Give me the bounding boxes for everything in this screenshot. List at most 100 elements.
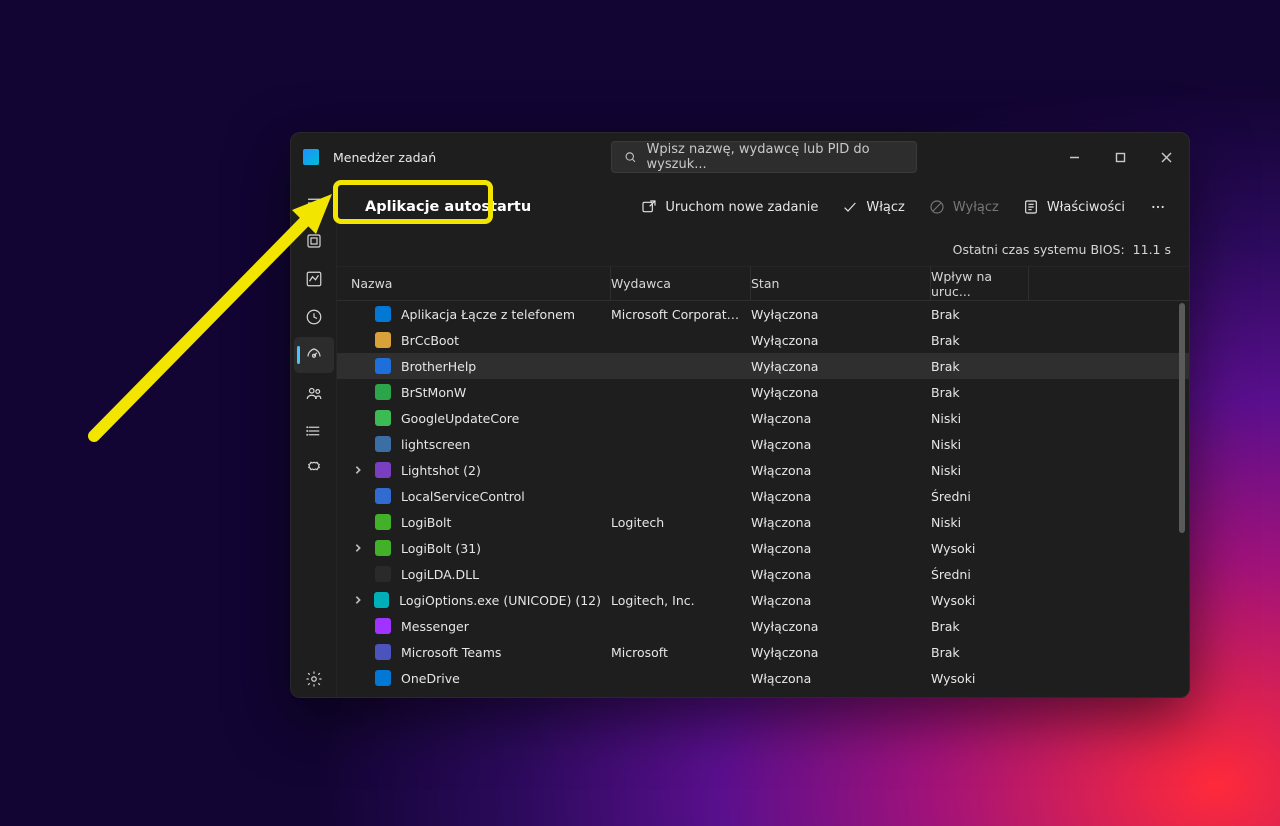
row-publisher: Microsoft Corporation	[611, 307, 751, 322]
table-row[interactable]: Microsoft TeamsMicrosoftWyłączonaBrak	[337, 639, 1189, 665]
row-name: LogiBolt	[401, 515, 451, 530]
row-name: LocalServiceControl	[401, 489, 525, 504]
search-placeholder: Wpisz nazwę, wydawcę lub PID do wyszuk..…	[647, 142, 904, 172]
row-name: BrStMonW	[401, 385, 466, 400]
table-body: Aplikacja Łącze z telefonem Microsoft Cor…	[337, 301, 1189, 697]
row-state: Wyłączona	[751, 645, 931, 660]
run-task-button[interactable]: Uruchom nowe zadanie	[633, 193, 826, 221]
sidebar-services[interactable]	[294, 451, 334, 487]
properties-button[interactable]: Właściwości	[1015, 193, 1133, 221]
row-impact: Brak	[931, 619, 1029, 634]
row-name: OneDrive	[401, 671, 460, 686]
disable-button: Wyłącz	[921, 193, 1007, 221]
expander-icon[interactable]	[351, 543, 365, 553]
table-row[interactable]: LocalServiceControlWłączonaŚredni	[337, 483, 1189, 509]
row-name: Messenger	[401, 619, 469, 634]
row-state: Włączona	[751, 489, 931, 504]
row-impact: Wysoki	[931, 541, 1029, 556]
table-row[interactable]: lightscreen WłączonaNiski	[337, 431, 1189, 457]
hamburger-button[interactable]	[294, 185, 334, 221]
table-row[interactable]: GoogleUpdateCore WłączonaNiski	[337, 405, 1189, 431]
more-button[interactable]	[1141, 193, 1175, 221]
maximize-button[interactable]	[1097, 133, 1143, 181]
app-row-icon	[375, 670, 391, 686]
row-impact: Wysoki	[931, 593, 1029, 608]
row-state: Włączona	[751, 437, 931, 452]
row-name: LogiOptions.exe (UNICODE) (12)	[399, 593, 601, 608]
col-name[interactable]: Nazwa	[351, 267, 611, 300]
table-row[interactable]: LogiBolt (31)WłączonaWysoki	[337, 535, 1189, 561]
table-row[interactable]: MessengerWyłączonaBrak	[337, 613, 1189, 639]
minimize-button[interactable]	[1051, 133, 1097, 181]
row-name: GoogleUpdateCore	[401, 411, 519, 426]
sidebar-details[interactable]	[294, 413, 334, 449]
row-impact: Niski	[931, 463, 1029, 478]
row-impact: Niski	[931, 437, 1029, 452]
check-icon	[842, 199, 858, 215]
row-state: Wyłączona	[751, 333, 931, 348]
col-publisher[interactable]: Wydawca	[611, 267, 751, 300]
col-state[interactable]: Stan	[751, 267, 931, 300]
app-row-icon	[375, 618, 391, 634]
row-impact: Brak	[931, 307, 1029, 322]
app-row-icon	[375, 436, 391, 452]
expander-icon[interactable]	[351, 465, 365, 475]
table-row[interactable]: LogiBoltLogitechWłączonaNiski	[337, 509, 1189, 535]
sidebar-processes[interactable]	[294, 223, 334, 259]
sidebar-history[interactable]	[294, 299, 334, 335]
search-input[interactable]: Wpisz nazwę, wydawcę lub PID do wyszuk..…	[611, 141, 917, 173]
row-state: Włączona	[751, 411, 931, 426]
app-row-icon	[375, 644, 391, 660]
sidebar-users[interactable]	[294, 375, 334, 411]
app-row-icon	[375, 384, 391, 400]
row-impact: Brak	[931, 359, 1029, 374]
col-impact[interactable]: Wpływ na uruc...	[931, 267, 1029, 300]
sidebar	[291, 181, 337, 697]
sidebar-settings[interactable]	[294, 661, 334, 697]
app-row-icon	[375, 358, 391, 374]
app-row-icon	[375, 306, 391, 322]
page-title-container: Aplikacje autostartu	[351, 193, 545, 221]
window-controls	[1051, 133, 1189, 181]
sidebar-performance[interactable]	[294, 261, 334, 297]
row-state: Włączona	[751, 567, 931, 582]
row-name: BrCcBoot	[401, 333, 459, 348]
row-state: Wyłączona	[751, 359, 931, 374]
row-name: Lightshot (2)	[401, 463, 481, 478]
table-row[interactable]: OneDriveWłączonaWysoki	[337, 665, 1189, 691]
content-area: Aplikacje autostartu Uruchom nowe zadani…	[337, 181, 1189, 697]
table-row[interactable]: BrCcBootWyłączonaBrak	[337, 327, 1189, 353]
close-button[interactable]	[1143, 133, 1189, 181]
table-row[interactable]: Lightshot (2) WłączonaNiski	[337, 457, 1189, 483]
row-name: lightscreen	[401, 437, 470, 452]
properties-icon	[1023, 199, 1039, 215]
app-row-icon	[375, 566, 391, 582]
row-publisher: Logitech, Inc.	[611, 593, 751, 608]
row-name: LogiBolt (31)	[401, 541, 481, 556]
table-row[interactable]: BrotherHelpWyłączonaBrak	[337, 353, 1189, 379]
app-row-icon	[375, 462, 391, 478]
vertical-scrollbar[interactable]	[1179, 303, 1185, 695]
expander-icon[interactable]	[351, 595, 364, 605]
table-row[interactable]: Aplikacja Łącze z telefonem Microsoft Cor…	[337, 301, 1189, 327]
row-name: Aplikacja Łącze z telefonem	[401, 307, 575, 322]
row-state: Włączona	[751, 463, 931, 478]
search-icon	[624, 150, 637, 164]
row-state: Wyłączona	[751, 385, 931, 400]
table-row[interactable]: BrStMonWWyłączonaBrak	[337, 379, 1189, 405]
row-impact: Wysoki	[931, 671, 1029, 686]
row-name: Microsoft Teams	[401, 645, 501, 660]
sidebar-startup[interactable]	[294, 337, 334, 373]
table-row[interactable]: LogiLDA.DLLWłączonaŚredni	[337, 561, 1189, 587]
table-row[interactable]: LogiOptions.exe (UNICODE) (12) Logitech, …	[337, 587, 1189, 613]
disable-icon	[929, 199, 945, 215]
app-row-icon	[374, 592, 389, 608]
app-icon	[303, 149, 319, 165]
app-row-icon	[375, 332, 391, 348]
scrollbar-thumb[interactable]	[1179, 303, 1185, 533]
enable-button[interactable]: Włącz	[834, 193, 913, 221]
row-publisher: Microsoft	[611, 645, 751, 660]
col-extra[interactable]	[1029, 267, 1189, 300]
row-impact: Niski	[931, 411, 1029, 426]
app-row-icon	[375, 410, 391, 426]
